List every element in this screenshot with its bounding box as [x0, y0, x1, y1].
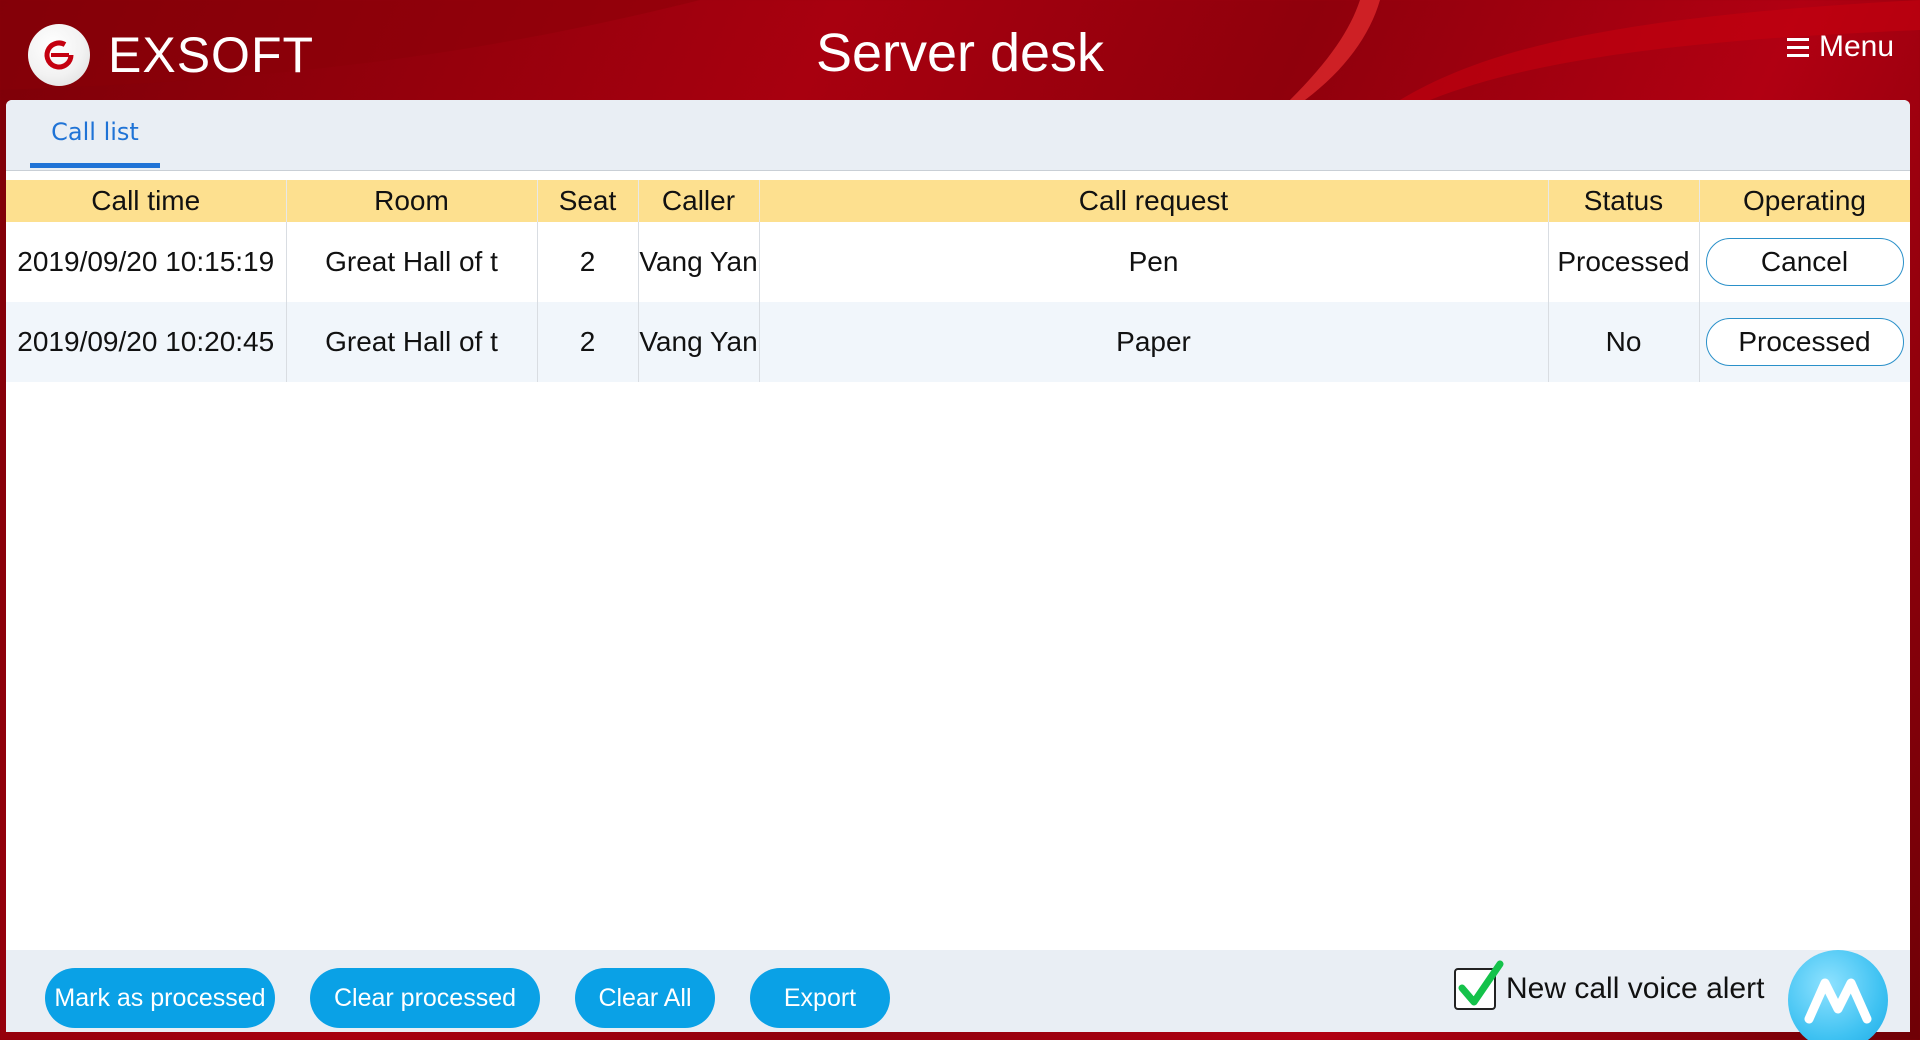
cell-operating: Cancel — [1699, 222, 1910, 302]
tab-bar: Call list — [6, 100, 1910, 171]
column-header-seat[interactable]: Seat — [537, 180, 639, 222]
processed-button[interactable]: Processed — [1705, 318, 1904, 366]
column-header-room[interactable]: Room — [286, 180, 538, 222]
voice-alert-label: New call voice alert — [1506, 972, 1765, 1005]
voice-alert-checkbox[interactable] — [1454, 960, 1504, 1010]
table-row[interactable]: 2019/09/20 10:15:19 Great Hall of t 2 Va… — [6, 222, 1910, 302]
cell-seat: 2 — [537, 222, 639, 302]
action-footer: Mark as processed Clear processed Clear … — [6, 950, 1910, 1032]
cell-status: Processed — [1548, 222, 1700, 302]
cell-call-time: 2019/09/20 10:15:19 — [6, 222, 287, 302]
voice-alert-toggle[interactable]: New call voice alert — [1454, 960, 1765, 1010]
menu-button[interactable]: Menu — [1786, 30, 1894, 64]
cell-status: No — [1548, 302, 1700, 382]
column-header-call-time[interactable]: Call time — [6, 180, 287, 222]
checkmark-icon — [1458, 960, 1504, 1006]
cell-operating: Processed — [1699, 302, 1910, 382]
mark-as-processed-button[interactable]: Mark as processed — [45, 968, 275, 1028]
table-row[interactable]: 2019/09/20 10:20:45 Great Hall of t 2 Va… — [6, 302, 1910, 382]
m-logo-icon — [1804, 978, 1872, 1024]
clear-all-button[interactable]: Clear All — [575, 968, 715, 1028]
cell-caller: Vang Yan — [638, 222, 760, 302]
call-table: Call time Room Seat Caller Call request … — [6, 180, 1910, 382]
cell-seat: 2 — [537, 302, 639, 382]
cell-call-request: Paper — [759, 302, 1549, 382]
cell-call-request: Pen — [759, 222, 1549, 302]
cell-call-time: 2019/09/20 10:20:45 — [6, 302, 287, 382]
cancel-button[interactable]: Cancel — [1705, 238, 1904, 286]
page-title: Server desk — [815, 23, 1105, 83]
cell-caller: Vang Yan — [638, 302, 760, 382]
hamburger-icon — [1786, 37, 1809, 57]
column-header-status[interactable]: Status — [1548, 180, 1700, 222]
table-header-row: Call time Room Seat Caller Call request … — [6, 180, 1910, 222]
export-button[interactable]: Export — [750, 968, 890, 1028]
column-header-call-request[interactable]: Call request — [759, 180, 1549, 222]
cell-room: Great Hall of t — [286, 302, 538, 382]
tab-call-list[interactable]: Call list — [30, 100, 160, 168]
cell-room: Great Hall of t — [286, 222, 538, 302]
clear-processed-button[interactable]: Clear processed — [310, 968, 540, 1028]
floating-assistant-button[interactable] — [1788, 950, 1888, 1040]
column-header-operating[interactable]: Operating — [1699, 180, 1910, 222]
main-panel: Call list Call time Room Seat Caller Cal… — [6, 100, 1910, 1032]
column-header-caller[interactable]: Caller — [638, 180, 760, 222]
menu-label: Menu — [1818, 30, 1894, 63]
app-header: EXSOFT Server desk Menu — [0, 0, 1920, 100]
